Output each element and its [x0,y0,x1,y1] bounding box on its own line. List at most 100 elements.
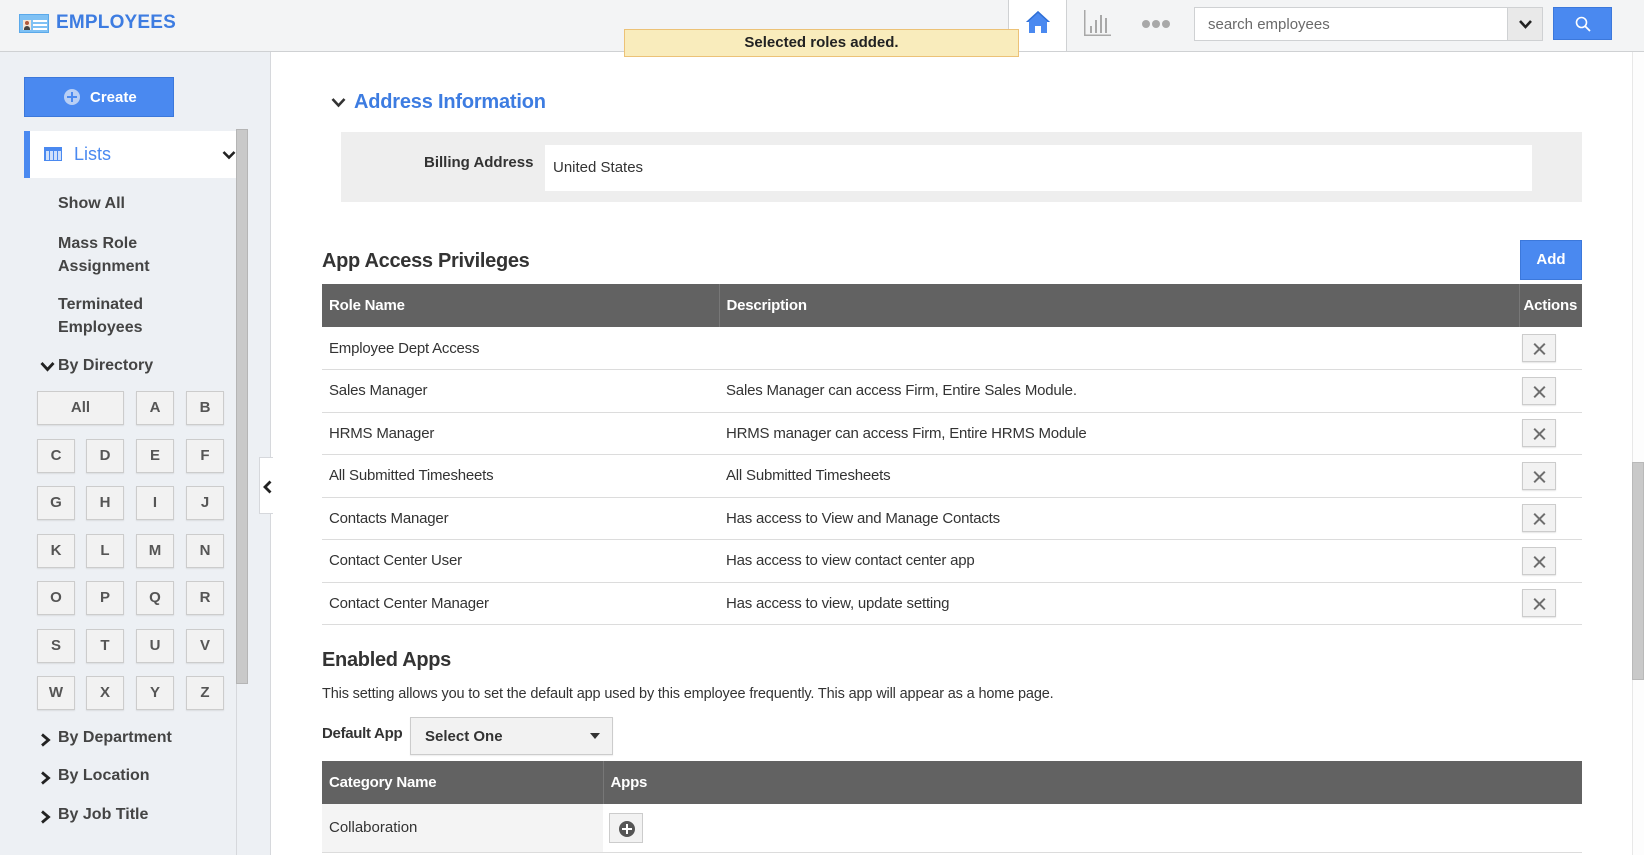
main-scrollbar[interactable] [1632,52,1644,855]
remove-role-button[interactable] [1522,334,1556,362]
remove-role-button[interactable] [1522,589,1556,618]
address-section-toggle[interactable]: Address Information [354,91,546,114]
more-icon [1142,20,1170,28]
billing-address-value: United States [545,145,1532,191]
directory-letter-t[interactable]: T [86,628,124,663]
role-row: HRMS Manager HRMS manager can access Fir… [322,412,1582,455]
directory-letter-g[interactable]: G [37,486,75,520]
column-header-category-name: Category Name [322,761,604,804]
search-filter-dropdown[interactable] [1507,8,1542,40]
notification-toast: Selected roles added. [624,29,1019,57]
column-header-actions: Actions [1519,284,1582,327]
role-name: Contact Center Manager [322,582,719,625]
collapse-sidebar-button[interactable] [259,457,273,514]
directory-letter-u[interactable]: U [136,628,174,663]
role-name: Sales Manager [322,369,719,413]
directory-letter-q[interactable]: Q [136,581,174,615]
chevron-down-icon [1519,20,1532,29]
directory-letter-s[interactable]: S [37,628,75,663]
directory-letter-y[interactable]: Y [136,676,174,710]
main-scrollbar-thumb[interactable] [1632,462,1644,680]
directory-letter-z[interactable]: Z [186,676,224,710]
app-category-row: Collaboration [322,804,1582,853]
sidebar-group-label: By Location [58,767,150,784]
role-name: Contacts Manager [322,497,719,540]
remove-role-button[interactable] [1522,546,1556,575]
default-app-select[interactable]: Select One [410,717,613,755]
directory-letter-i[interactable]: I [136,486,174,520]
directory-letter-e[interactable]: E [136,438,174,473]
directory-letter-m[interactable]: M [136,533,174,568]
directory-letter-x[interactable]: X [86,676,124,710]
directory-letter-l[interactable]: L [86,533,124,568]
chevron-down-icon[interactable] [331,97,346,108]
directory-letter-h[interactable]: H [86,486,124,520]
directory-letter-a[interactable]: A [136,391,174,425]
role-name: All Submitted Timesheets [322,454,719,498]
sidebar-item-label: Lists [74,144,112,164]
directory-letter-j[interactable]: J [186,486,224,520]
directory-letter-f[interactable]: F [186,438,224,473]
role-row: Contacts Manager Has access to View and … [322,497,1582,540]
sidebar-scrollbar-thumb[interactable] [236,129,248,684]
role-row: Sales Manager Sales Manager can access F… [322,369,1582,413]
sidebar-link-show-all[interactable]: Show All [58,192,125,215]
create-label: Create [90,89,137,106]
remove-role-button[interactable] [1522,461,1556,490]
directory-letter-c[interactable]: C [37,438,75,473]
sidebar-group-label: By Directory [58,357,154,374]
column-header-description: Description [719,284,1520,327]
search-icon [1575,16,1591,32]
directory-letter-n[interactable]: N [186,533,224,568]
remove-role-button[interactable] [1522,419,1556,448]
sidebar-link-terminated-employees[interactable]: Terminated Employees [58,293,168,339]
role-row: Contact Center Manager Has access to vie… [322,582,1582,625]
directory-filter-all[interactable]: All [37,391,124,425]
add-role-button[interactable]: Add [1520,240,1582,280]
add-app-button[interactable] [609,812,643,843]
role-name: Employee Dept Access [322,327,719,370]
search-button[interactable] [1553,7,1612,40]
home-icon [1026,11,1050,33]
remove-role-button[interactable] [1522,376,1556,405]
search-box [1194,7,1543,41]
directory-letter-w[interactable]: W [37,676,75,710]
category-name: Collaboration [322,804,603,853]
plus-circle-icon [64,89,80,105]
role-row: Contact Center User Has access to view c… [322,539,1582,583]
sidebar-item-lists[interactable]: Lists [24,131,236,178]
directory-letter-p[interactable]: P [86,581,124,615]
directory-letter-r[interactable]: R [186,581,224,615]
directory-letter-k[interactable]: K [37,533,75,568]
directory-letter-b[interactable]: B [186,391,224,425]
chevron-down-icon [40,362,55,372]
create-button[interactable]: Create [24,77,174,117]
role-description: Sales Manager can access Firm, Entire Sa… [719,369,1519,413]
role-description: Has access to View and Manage Contacts [719,497,1519,540]
search-input[interactable] [1195,8,1507,40]
chevron-down-icon [222,151,236,160]
directory-letter-v[interactable]: V [186,628,224,663]
chevron-right-icon [41,810,51,824]
role-description: All Submitted Timesheets [719,454,1519,498]
sidebar: Create Lists Show All Mass Role Assignme… [0,52,271,855]
directory-letter-d[interactable]: D [86,438,124,473]
remove-role-button[interactable] [1522,504,1556,533]
app-access-privileges-title: App Access Privileges [322,250,530,272]
reports-button[interactable] [1080,8,1114,38]
role-description: Has access to view, update setting [719,582,1519,625]
directory-letter-o[interactable]: O [37,581,75,615]
sidebar-group-label: By Job Title [58,806,149,823]
role-description: Has access to view contact center app [719,539,1519,583]
chevron-left-icon [263,480,272,494]
role-name: HRMS Manager [322,412,719,455]
sidebar-link-mass-role-assignment[interactable]: Mass Role Assignment [58,232,168,278]
column-header-role-name: Role Name [322,284,720,327]
chart-icon [1084,10,1111,36]
more-button[interactable] [1139,12,1173,36]
table-grid-icon [44,147,62,161]
app-title[interactable]: EMPLOYEES [56,12,176,34]
role-name: Contact Center User [322,539,719,583]
chevron-right-icon [41,733,51,747]
default-app-label: Default App [322,725,403,742]
